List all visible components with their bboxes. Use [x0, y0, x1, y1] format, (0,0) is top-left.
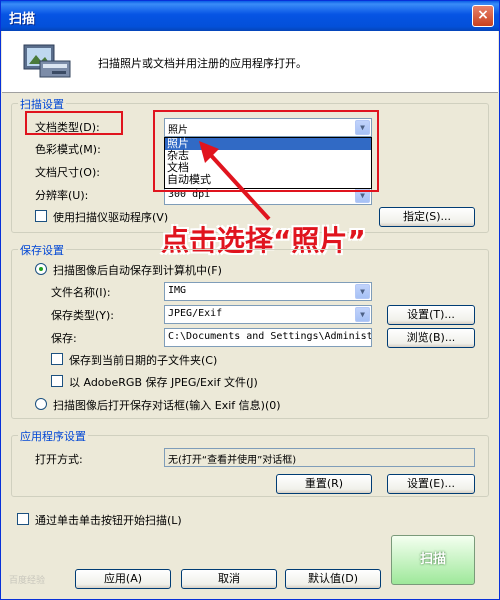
save-settings-title: 保存设置 — [18, 242, 66, 258]
auto-save-label: 扫描图像后自动保存到计算机中(F) — [53, 264, 222, 277]
watermark: 百度经验 — [9, 576, 46, 586]
use-driver-checkbox[interactable] — [35, 210, 47, 222]
scan-button[interactable]: 扫描 — [391, 535, 475, 585]
save-in-path-field[interactable]: C:\Documents and Settings\Administ — [164, 328, 372, 347]
window-title: 扫描 — [9, 12, 36, 27]
header-band: 扫描照片或文档并用注册的应用程序打开。 — [2, 31, 498, 93]
open-method-label: 打开方式: — [35, 453, 83, 466]
open-method-field: 无(打开“查看并使用”对话框) — [164, 448, 475, 467]
subfolder-label: 保存到当前日期的子文件夹(C) — [69, 354, 218, 367]
annotation-box-label — [25, 111, 123, 135]
scan-button-label: 扫描 — [419, 552, 446, 567]
save-type-select[interactable]: JPEG/Exif ▼ — [164, 305, 372, 324]
default-button[interactable]: 默认值(D) — [285, 569, 381, 589]
close-button[interactable]: × — [472, 5, 494, 27]
resolution-label: 分辨率(U): — [35, 189, 89, 202]
apply-button[interactable]: 应用(A) — [75, 569, 171, 589]
file-name-combo[interactable]: IMG ▼ — [164, 282, 372, 301]
title-bar[interactable]: 扫描 × — [1, 1, 499, 31]
cancel-button[interactable]: 取消 — [181, 569, 277, 589]
scan-settings-title: 扫描设置 — [18, 96, 66, 112]
chevron-down-icon[interactable]: ▼ — [355, 307, 370, 322]
file-name-label: 文件名称(I): — [51, 286, 111, 299]
specify-button[interactable]: 指定(S)... — [379, 207, 475, 227]
subfolder-checkbox[interactable] — [51, 353, 63, 365]
annotation-arrow-icon — [199, 141, 271, 221]
open-method-value: 无(打开“查看并使用”对话框) — [168, 455, 297, 466]
close-icon: × — [477, 7, 489, 23]
header-description: 扫描照片或文档并用注册的应用程序打开。 — [98, 57, 307, 70]
open-dialog-radio[interactable] — [35, 398, 47, 410]
save-settings-button[interactable]: 设置(T)... — [387, 305, 475, 325]
adobergb-checkbox[interactable] — [51, 375, 63, 387]
file-name-value: IMG — [168, 285, 187, 296]
open-dialog-label: 扫描图像后打开保存对话框(输入 Exif 信息)(0) — [53, 399, 281, 412]
single-click-checkbox[interactable] — [17, 513, 29, 525]
save-type-value: JPEG/Exif — [168, 308, 223, 319]
single-click-label: 通过单击单击按钮开始扫描(L) — [35, 514, 182, 527]
adobergb-label: 以 AdobeRGB 保存 JPEG/Exif 文件(J) — [69, 376, 258, 389]
browse-button[interactable]: 浏览(B)... — [387, 328, 475, 348]
save-type-label: 保存类型(Y): — [51, 309, 115, 322]
auto-save-radio[interactable] — [35, 263, 47, 275]
app-settings-button[interactable]: 设置(E)... — [387, 474, 475, 494]
scanner-photo-icon — [23, 44, 71, 78]
save-in-path-value: C:\Documents and Settings\Administ — [168, 331, 372, 342]
use-driver-label: 使用扫描仪驱动程序(V) — [53, 211, 169, 224]
chevron-down-icon[interactable]: ▼ — [355, 284, 370, 299]
save-in-label: 保存: — [51, 332, 77, 345]
reset-button[interactable]: 重置(R) — [276, 474, 372, 494]
scan-dialog: 扫描 × 扫描照片或文档并用注册的应用程序打开。 扫描设置 文档类型(D): 照… — [0, 0, 500, 600]
app-settings-title: 应用程序设置 — [18, 428, 88, 444]
doc-size-label: 文档尺寸(O): — [35, 166, 100, 179]
color-mode-label: 色彩模式(M): — [35, 143, 101, 156]
